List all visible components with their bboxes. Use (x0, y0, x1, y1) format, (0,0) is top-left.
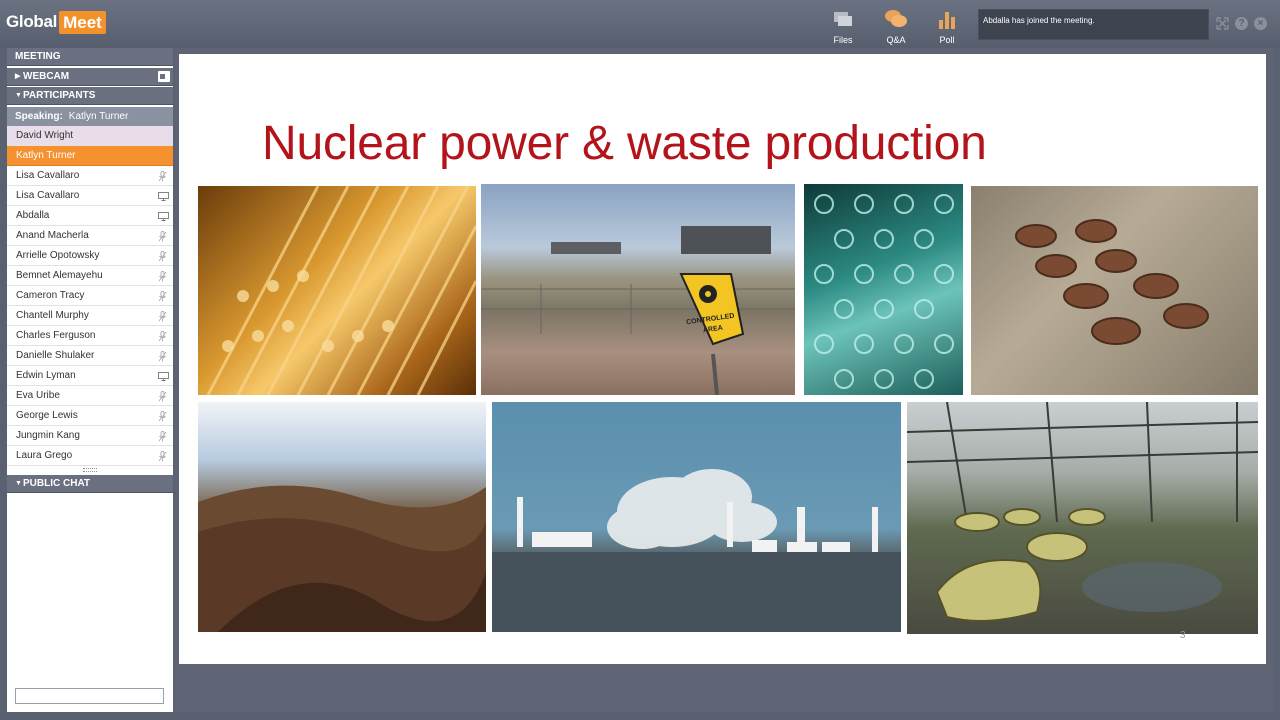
resize-handle[interactable] (83, 468, 97, 472)
participant-name: Chantell Murphy (16, 310, 89, 321)
participant-name: Jungmin Kang (16, 430, 80, 441)
webcam-header[interactable]: ▶ WEBCAM (7, 68, 173, 86)
monitor-icon[interactable] (158, 192, 169, 201)
slide-page-number: 3 (1180, 630, 1186, 641)
participant-row[interactable]: Arrielle Opotowsky (7, 246, 173, 266)
left-panel: MEETING ▶ WEBCAM ▼PARTICIPANTS Speaking: K… (7, 48, 173, 712)
mic-off-icon[interactable] (158, 391, 167, 402)
logo-text-global: Global (6, 12, 58, 31)
webcam-header-label: WEBCAM (23, 71, 70, 82)
mic-off-icon[interactable] (158, 331, 167, 342)
mic-off-icon[interactable] (158, 291, 167, 302)
desert-landscape-photo (198, 402, 486, 632)
slide: Nuclear power & waste production CONTROL… (179, 54, 1266, 664)
participant-name: Danielle Shulaker (16, 350, 95, 361)
qa-icon (876, 8, 916, 30)
monitor-icon[interactable] (158, 372, 169, 381)
chevron-down-icon: ▼ (15, 92, 22, 99)
notification-bar: Abdalla has joined the meeting. (978, 9, 1209, 40)
files-button[interactable]: Files (823, 8, 863, 45)
participant-name: Lisa Cavallaro (16, 170, 80, 181)
poll-button[interactable]: Poll (927, 8, 967, 45)
slide-title: Nuclear power & waste production (262, 117, 987, 170)
chat-input[interactable] (15, 688, 164, 704)
fukushima-photo (492, 402, 901, 632)
mic-off-icon[interactable] (158, 431, 167, 442)
participant-name: Edwin Lyman (16, 370, 76, 381)
participant-row[interactable]: Eva Uribe (7, 386, 173, 406)
participant-row[interactable]: Bemnet Alemayehu (7, 266, 173, 286)
participants-header-label: PARTICIPANTS (23, 90, 96, 101)
close-icon[interactable]: × (1254, 17, 1267, 30)
participant-name: Abdalla (16, 210, 50, 221)
participant-name: Bemnet Alemayehu (16, 270, 103, 281)
participant-row[interactable]: Charles Ferguson (7, 326, 173, 346)
top-bar: Global Meet Files Q&A Poll Abdalla has j… (0, 0, 1280, 48)
mic-off-icon[interactable] (158, 411, 167, 422)
participant-name: Eva Uribe (16, 390, 60, 401)
public-chat-log (7, 494, 173, 712)
logo-text-meet: Meet (59, 10, 106, 34)
globalmeet-logo: Global Meet (6, 10, 106, 34)
mic-off-icon[interactable] (158, 251, 167, 262)
chevron-down-icon: ▼ (15, 480, 22, 487)
participant-row[interactable]: Cameron Tracy (7, 286, 173, 306)
mic-off-icon[interactable] (158, 231, 167, 242)
participant-name: Katlyn Turner (16, 150, 76, 161)
participant-row[interactable]: Edwin Lyman (7, 366, 173, 386)
speaking-indicator: Speaking: Katlyn Turner (7, 107, 173, 126)
files-icon (823, 8, 863, 30)
poll-label: Poll (939, 35, 955, 45)
participant-list: David Wright Katlyn Turner Lisa Cavallar… (7, 126, 173, 466)
participant-name: Arrielle Opotowsky (16, 250, 100, 261)
participant-name: George Lewis (16, 410, 78, 421)
meeting-header[interactable]: MEETING (7, 48, 173, 66)
participant-name: Laura Grego (16, 450, 73, 461)
participant-row[interactable]: Abdalla (7, 206, 173, 226)
mic-off-icon[interactable] (158, 311, 167, 322)
participant-name: Cameron Tracy (16, 290, 85, 301)
mic-off-icon[interactable] (158, 171, 167, 182)
mic-off-icon[interactable] (158, 351, 167, 362)
mic-off-icon[interactable] (158, 271, 167, 282)
qa-label: Q&A (886, 35, 906, 45)
speaking-name: Katlyn Turner (68, 111, 129, 122)
fuel-rods-photo (198, 186, 476, 395)
participant-row[interactable]: Danielle Shulaker (7, 346, 173, 366)
participant-row[interactable]: Katlyn Turner (7, 146, 173, 166)
participant-name: Lisa Cavallaro (16, 190, 80, 201)
participant-name: David Wright (16, 130, 74, 141)
poll-icon (927, 8, 967, 30)
waste-tanks-photo (971, 186, 1258, 395)
presentation-area: Nuclear power & waste production CONTROL… (175, 48, 1273, 712)
controlled-area-photo: CONTROLLED AREA (481, 184, 795, 395)
fullscreen-icon[interactable] (1216, 17, 1229, 30)
participant-row[interactable]: David Wright (7, 126, 173, 146)
participant-row[interactable]: Lisa Cavallaro (7, 166, 173, 186)
participant-row[interactable]: Chantell Murphy (7, 306, 173, 326)
participant-name: Charles Ferguson (16, 330, 96, 341)
files-label: Files (833, 35, 853, 45)
participant-row[interactable]: George Lewis (7, 406, 173, 426)
participant-row[interactable]: Laura Grego (7, 446, 173, 466)
public-chat-header[interactable]: ▼PUBLIC CHAT (7, 475, 173, 493)
chevron-right-icon: ▶ (15, 73, 21, 80)
mic-off-icon[interactable] (158, 451, 167, 462)
participant-name: Anand Macherla (16, 230, 89, 241)
participant-row[interactable]: Anand Macherla (7, 226, 173, 246)
qa-button[interactable]: Q&A (876, 8, 916, 45)
webcam-icon[interactable] (158, 71, 170, 82)
chernobyl-bumper-cars-photo (907, 402, 1258, 634)
speaking-label: Speaking: (15, 111, 63, 122)
fuel-assembly-photo (804, 184, 963, 395)
participant-row[interactable]: Lisa Cavallaro (7, 186, 173, 206)
monitor-icon[interactable] (158, 212, 169, 221)
help-icon[interactable]: ? (1235, 17, 1248, 30)
public-chat-header-label: PUBLIC CHAT (23, 478, 91, 489)
meeting-header-label: MEETING (15, 51, 61, 62)
participants-header[interactable]: ▼PARTICIPANTS (7, 87, 173, 105)
participant-row[interactable]: Jungmin Kang (7, 426, 173, 446)
